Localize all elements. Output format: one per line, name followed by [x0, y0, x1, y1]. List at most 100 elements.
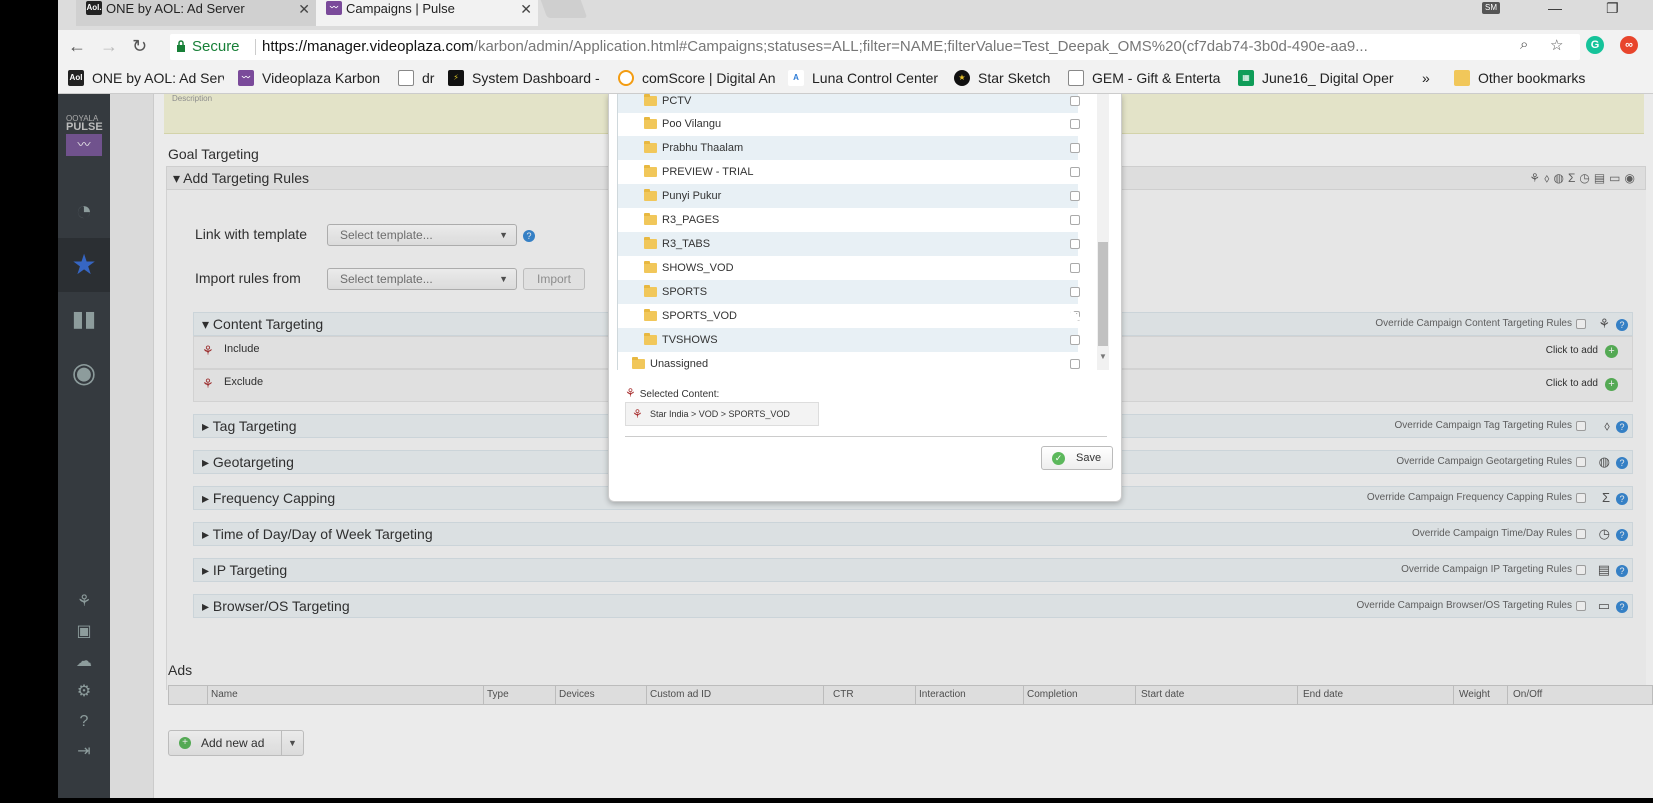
- bookmark-label: ONE by AOL: Ad Serv: [92, 70, 224, 86]
- tree-item-checkbox[interactable]: [1070, 119, 1080, 129]
- dialog-divider: [625, 436, 1107, 437]
- page-icon: [1068, 70, 1084, 86]
- tree-item[interactable]: TVSHOWS: [618, 328, 1080, 352]
- tree-item[interactable]: SHOWS_VOD: [618, 256, 1080, 280]
- tab-campaigns-pulse[interactable]: 〰 Campaigns | Pulse ✕: [316, 0, 538, 26]
- url-text: https://manager.videoplaza.com/karbon/ad…: [262, 34, 1368, 60]
- bookmark-label: dr: [422, 70, 435, 86]
- bookmark-item[interactable]: GEM - Gift & Enterta: [1068, 70, 1242, 86]
- close-icon[interactable]: ✕: [520, 0, 532, 18]
- tree-item[interactable]: Poo Vilangu: [618, 112, 1080, 136]
- bookmarks-bar: Aol ONE by AOL: Ad Serv 〰 Videoplaza Karbo…: [58, 64, 1653, 94]
- tree-scrollbar[interactable]: ▼: [1097, 94, 1109, 370]
- save-button[interactable]: ✓ Save: [1041, 446, 1113, 470]
- tree-item-checkbox[interactable]: [1070, 239, 1080, 249]
- user-profile-badge[interactable]: SM: [1482, 2, 1500, 14]
- other-bookmarks-folder[interactable]: Other bookmarks: [1454, 70, 1653, 86]
- scrollbar-thumb[interactable]: [1098, 242, 1108, 346]
- scroll-down-arrow-icon[interactable]: ▼: [1099, 352, 1107, 361]
- forward-arrow-icon[interactable]: →: [100, 36, 118, 57]
- tree-item[interactable]: R3_PAGES: [618, 208, 1080, 232]
- bookmark-item[interactable]: comScore | Digital An: [618, 70, 788, 86]
- tree-item[interactable]: PREVIEW - TRIAL: [618, 160, 1080, 184]
- pulse-icon: 〰: [326, 1, 342, 15]
- browser-toolbar: ← → ↻ Secure https://manager.videoplaza.…: [58, 30, 1653, 64]
- selected-content-chip[interactable]: ⚘ Star India > VOD > SPORTS_VOD: [625, 402, 819, 426]
- tree-item-checkbox[interactable]: [1070, 167, 1080, 177]
- tree-item[interactable]: Prabhu Thaalam: [618, 136, 1080, 160]
- tree-item[interactable]: Punyi Pukur: [618, 184, 1080, 208]
- folder-icon: [644, 237, 657, 249]
- tree-item[interactable]: Unassigned: [618, 352, 1080, 370]
- tree-item[interactable]: R3_TABS: [618, 232, 1080, 256]
- pulse-icon: 〰: [238, 70, 254, 86]
- folder-icon: [644, 141, 657, 153]
- bookmark-item[interactable]: ★ Star Sketch: [954, 70, 1064, 86]
- secure-label: Secure: [192, 38, 240, 55]
- aol-icon: Aol.: [86, 1, 102, 15]
- tree-item-label: TVSHOWS: [662, 334, 718, 346]
- restore-icon[interactable]: ❐: [1606, 0, 1619, 17]
- reload-icon[interactable]: ↻: [132, 36, 147, 57]
- minimize-icon[interactable]: —: [1548, 0, 1562, 16]
- bookmarks-overflow-chevron-icon[interactable]: »: [1422, 70, 1442, 86]
- url-path: /karbon/admin/Application.html#Campaigns…: [473, 38, 1368, 55]
- tree-item-checkbox[interactable]: [1070, 215, 1080, 225]
- tree-item-checkbox[interactable]: [1070, 191, 1080, 201]
- selected-content-text: Selected Content:: [639, 389, 720, 400]
- bookmark-item[interactable]: A Luna Control Center: [788, 70, 952, 86]
- bookmark-label: System Dashboard -: [472, 70, 600, 86]
- sheets-icon: ▦: [1238, 70, 1254, 86]
- star-sketch-icon: ★: [954, 70, 970, 86]
- folder-icon: [644, 117, 657, 129]
- bookmark-item[interactable]: ⚡ System Dashboard -: [448, 70, 608, 86]
- new-tab-button[interactable]: [540, 0, 588, 18]
- bookmark-star-icon[interactable]: ☆: [1550, 36, 1563, 54]
- tree-item-checkbox[interactable]: [1070, 335, 1080, 345]
- folder-icon: [644, 285, 657, 297]
- bookmark-item[interactable]: 〰 Videoplaza Karbon: [238, 70, 388, 86]
- grammarly-extension-icon[interactable]: G: [1586, 36, 1604, 54]
- tree-item-label: SHOWS_VOD: [662, 262, 734, 274]
- zoom-search-icon[interactable]: ⌕: [1520, 36, 1528, 53]
- bookmark-label: comScore | Digital An: [642, 70, 776, 86]
- folder-icon: [644, 261, 657, 273]
- selected-content-label: ⚘ Selected Content:: [625, 386, 719, 400]
- tree-item-checkbox[interactable]: [1070, 143, 1080, 153]
- bookmark-item[interactable]: Aol ONE by AOL: Ad Serv: [68, 70, 224, 86]
- tree-item[interactable]: PCTV: [618, 94, 1080, 113]
- screen-border-bottom: [0, 798, 1653, 803]
- bookmark-item[interactable]: ▦ June16_ Digital Oper: [1238, 70, 1408, 86]
- bookmark-label: Other bookmarks: [1478, 70, 1586, 86]
- bookmark-label: Videoplaza Karbon: [262, 70, 381, 86]
- app-page: OOYALA PULSE 〰 ◔ ★ ▮▮ ◉ ⚘ ▣ ☁ ⚙ ? ⇥ Desc…: [58, 94, 1653, 798]
- sitemap-icon: ⚘: [632, 407, 643, 421]
- back-arrow-icon[interactable]: ←: [68, 36, 86, 57]
- content-selector-dialog: PCTV Poo Vilangu Prabhu Thaalam PREVIEW …: [608, 94, 1122, 502]
- omnibox-separator: [255, 39, 256, 55]
- folder-icon: [1454, 70, 1470, 86]
- tree-item-checkbox[interactable]: [1070, 287, 1080, 297]
- tab-aol-ad-server[interactable]: Aol. ONE by AOL: Ad Server ✕: [76, 0, 316, 26]
- tree-item[interactable]: SPORTS: [618, 280, 1080, 304]
- tree-item-checkbox[interactable]: [1070, 263, 1080, 273]
- tab-label: Campaigns | Pulse: [346, 1, 455, 16]
- bookmark-item[interactable]: dr: [398, 70, 448, 86]
- tree-item-label: SPORTS: [662, 286, 708, 298]
- folder-icon: [644, 189, 657, 201]
- address-bar[interactable]: Secure https://manager.videoplaza.com/ka…: [170, 34, 1580, 60]
- tree-item-checkbox[interactable]: [1070, 359, 1080, 369]
- tree-item[interactable]: SPORTS_VOD ✓: [618, 304, 1080, 328]
- close-icon[interactable]: ✕: [298, 0, 310, 18]
- selected-chip-text: Star India > VOD > SPORTS_VOD: [650, 409, 790, 419]
- folder-icon: [644, 165, 657, 177]
- screen-border-left: [0, 0, 58, 803]
- page-icon: [398, 70, 414, 86]
- akamai-icon: A: [788, 70, 804, 86]
- extension-icon[interactable]: ∞: [1620, 36, 1638, 54]
- browser-window: Aol. ONE by AOL: Ad Server ✕ 〰 Campaigns…: [58, 0, 1653, 798]
- bookmark-label: GEM - Gift & Enterta: [1092, 70, 1221, 86]
- dashboard-icon: ⚡: [448, 70, 464, 86]
- url-host: https://manager.videoplaza.com: [262, 38, 474, 55]
- tree-item-checkbox[interactable]: [1070, 96, 1080, 106]
